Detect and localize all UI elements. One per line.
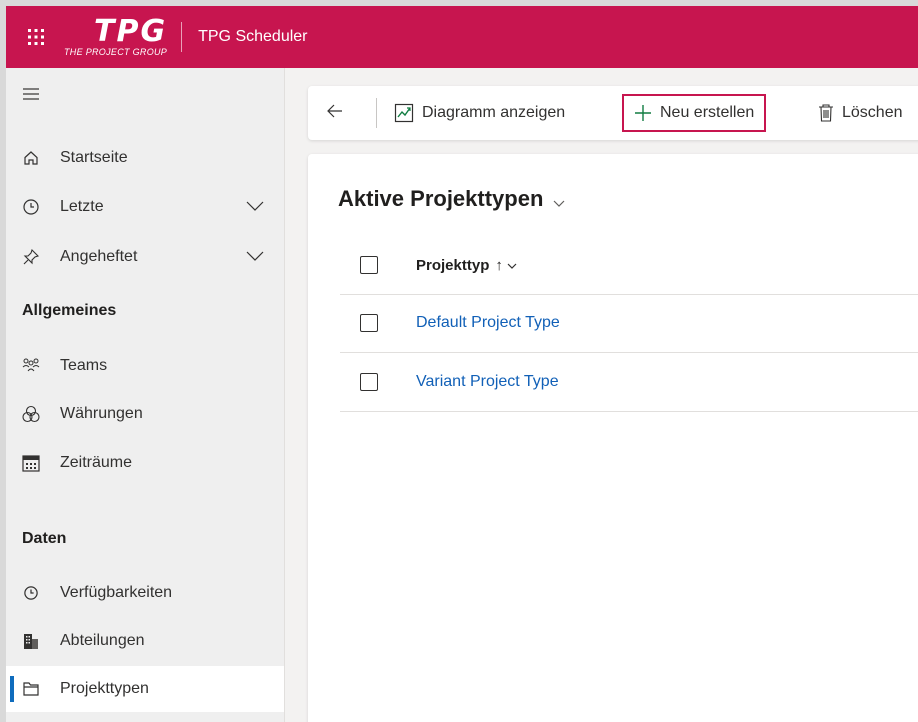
page-title: Aktive Projekttypen bbox=[338, 186, 544, 211]
sort-ascending-icon: ↑ bbox=[495, 256, 503, 274]
trash-icon bbox=[818, 104, 834, 122]
selection-indicator bbox=[10, 676, 14, 702]
sidebar-item-zeitraeume[interactable]: Zeiträume bbox=[6, 440, 284, 486]
chevron-down-icon bbox=[507, 257, 517, 274]
logo-text: TPG bbox=[94, 13, 168, 49]
chevron-down-icon[interactable] bbox=[246, 199, 264, 217]
table-row[interactable]: Default Project Type bbox=[340, 294, 918, 353]
logo-subtitle: THE PROJECT GROUP bbox=[64, 46, 168, 57]
folder-icon bbox=[22, 680, 40, 698]
pin-icon bbox=[22, 248, 40, 266]
hamburger-menu-button[interactable] bbox=[6, 74, 284, 114]
command-bar: Diagramm anzeigen Neu erstellen Löschen bbox=[308, 86, 918, 140]
people-icon bbox=[22, 357, 40, 375]
sidebar-item-label: Startseite bbox=[60, 149, 128, 166]
grid-header-row: Projekttyp ↑ bbox=[340, 236, 918, 295]
app-launcher-icon[interactable] bbox=[14, 6, 58, 68]
topbar-divider bbox=[181, 22, 183, 52]
new-button[interactable]: Neu erstellen bbox=[622, 94, 767, 132]
row-checkbox[interactable] bbox=[360, 314, 378, 332]
column-header-label: Projekttyp bbox=[416, 256, 490, 274]
calendar-icon bbox=[22, 454, 40, 472]
app-title[interactable]: TPG Scheduler bbox=[198, 28, 307, 46]
new-label: Neu erstellen bbox=[660, 104, 755, 121]
sidebar-item-label: Abteilungen bbox=[60, 632, 145, 649]
row-checkbox[interactable] bbox=[360, 373, 378, 391]
column-header-projekttyp[interactable]: Projekttyp ↑ bbox=[416, 257, 517, 274]
show-chart-label: Diagramm anzeigen bbox=[422, 104, 566, 121]
delete-label: Löschen bbox=[842, 104, 903, 121]
home-icon bbox=[22, 149, 40, 167]
building-icon bbox=[22, 632, 40, 650]
app-frame: TPG THE PROJECT GROUP TPG Scheduler Star… bbox=[0, 0, 918, 722]
sidebar-item-label: Teams bbox=[60, 357, 108, 374]
sidebar-item-label: Letzte bbox=[60, 198, 104, 215]
show-chart-button[interactable]: Diagramm anzeigen bbox=[394, 96, 565, 130]
tpg-logo[interactable]: TPG THE PROJECT GROUP bbox=[64, 13, 168, 57]
sidebar-item-letzte[interactable]: Letzte bbox=[6, 184, 284, 230]
clock-icon bbox=[22, 198, 40, 216]
sidebar-item-angeheftet[interactable]: Angeheftet bbox=[6, 234, 284, 280]
row-link[interactable]: Variant Project Type bbox=[416, 373, 559, 391]
select-all-checkbox[interactable] bbox=[360, 256, 378, 274]
sidebar-item-waehrungen[interactable]: Währungen bbox=[6, 391, 284, 437]
row-link[interactable]: Default Project Type bbox=[416, 314, 560, 332]
sidebar-section-daten: Daten bbox=[22, 530, 67, 547]
sidebar-item-projekttypen[interactable]: Projekttypen bbox=[6, 666, 284, 712]
sidebar-item-teams[interactable]: Teams bbox=[6, 343, 284, 389]
sidebar-section-allgemeines: Allgemeines bbox=[22, 302, 117, 319]
view-selector[interactable]: Aktive Projekttypen bbox=[338, 184, 565, 214]
chart-icon bbox=[394, 103, 414, 123]
arrow-left-icon bbox=[327, 104, 343, 123]
hamburger-icon bbox=[22, 85, 40, 103]
chevron-down-icon bbox=[553, 188, 565, 214]
coins-icon bbox=[22, 405, 40, 423]
clock-icon bbox=[22, 584, 40, 602]
sidebar-item-label: Zeiträume bbox=[60, 454, 133, 471]
delete-button[interactable]: Löschen bbox=[818, 96, 903, 130]
sidebar: Startseite Letzte Angeheftet Allgemeines bbox=[6, 68, 285, 722]
table-row[interactable]: Variant Project Type bbox=[340, 353, 918, 412]
grid-panel: Aktive Projekttypen Projekttyp ↑ Default… bbox=[308, 154, 918, 722]
sidebar-item-label: Währungen bbox=[60, 405, 143, 422]
sidebar-item-label: Verfügbarkeiten bbox=[60, 584, 173, 601]
sidebar-item-startseite[interactable]: Startseite bbox=[6, 135, 284, 181]
sidebar-item-label: Projekttypen bbox=[60, 680, 149, 697]
top-bar: TPG THE PROJECT GROUP TPG Scheduler bbox=[6, 6, 918, 68]
sidebar-item-verfuegbarkeiten[interactable]: Verfügbarkeiten bbox=[6, 570, 284, 616]
sidebar-item-abteilungen[interactable]: Abteilungen bbox=[6, 618, 284, 664]
sidebar-item-label: Angeheftet bbox=[60, 248, 138, 265]
plus-icon bbox=[634, 104, 652, 122]
toolbar-divider bbox=[376, 98, 377, 128]
chevron-down-icon[interactable] bbox=[246, 249, 264, 267]
back-button[interactable] bbox=[322, 100, 348, 126]
